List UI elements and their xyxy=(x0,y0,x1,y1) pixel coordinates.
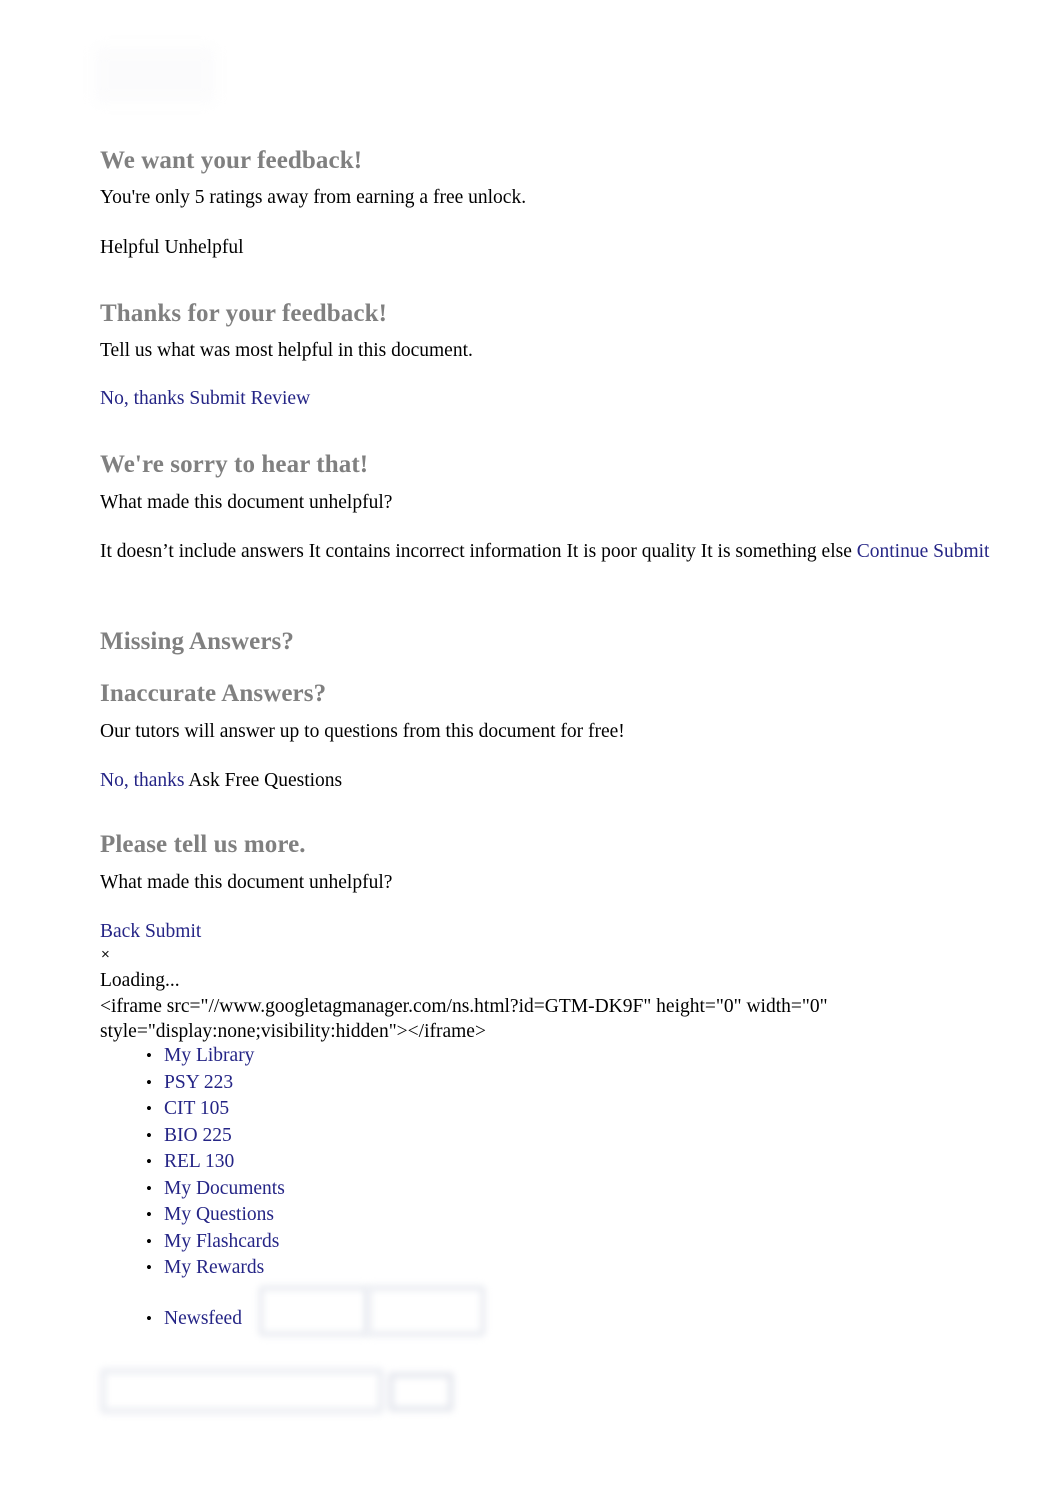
sorry-panel-question: What made this document unhelpful? xyxy=(100,492,393,513)
thanks-panel-body: Tell us what was most helpful in this do… xyxy=(100,340,473,361)
nav-list: My Library PSY 223 CIT 105 BIO 225 REL 1… xyxy=(140,1043,285,1282)
list-item[interactable]: CIT 105 xyxy=(140,1096,285,1123)
no-thanks-link[interactable]: No, thanks xyxy=(100,388,185,409)
feedback-prompt-body: You're only 5 ratings away from earning … xyxy=(100,187,527,208)
header-action-button-primary[interactable] xyxy=(258,1285,370,1337)
nav-link-my-flashcards[interactable]: My Flashcards xyxy=(164,1231,279,1252)
header-action-button-secondary[interactable] xyxy=(366,1285,486,1337)
inaccurate-answers-heading: Inaccurate Answers? xyxy=(100,680,327,707)
list-item[interactable]: PSY 223 xyxy=(140,1070,285,1097)
nav-link-my-rewards[interactable]: My Rewards xyxy=(164,1257,264,1278)
newsfeed-list: Newsfeed xyxy=(140,1306,242,1333)
nav-link-bio-225[interactable]: BIO 225 xyxy=(164,1125,232,1146)
site-logo-placeholder xyxy=(96,48,214,102)
feedback-prompt-heading: We want your feedback! xyxy=(100,147,363,174)
tell-us-more-heading: Please tell us more. xyxy=(100,831,306,858)
nav-link-psy-223[interactable]: PSY 223 xyxy=(164,1072,233,1093)
list-item[interactable]: My Library xyxy=(140,1043,285,1070)
list-item[interactable]: My Rewards xyxy=(140,1255,285,1282)
page-root: We want your feedback! You're only 5 rat… xyxy=(0,0,1062,1506)
submit-button[interactable]: Submit xyxy=(145,921,201,942)
nav-link-newsfeed[interactable]: Newsfeed xyxy=(164,1308,242,1329)
gtm-snippet-line-2: style="display:none;visibility:hidden"><… xyxy=(100,1021,486,1042)
option-missing-answers[interactable]: It doesn’t include answers xyxy=(100,541,304,562)
unhelpful-button[interactable]: Unhelpful xyxy=(164,237,243,258)
nav-link-my-library[interactable]: My Library xyxy=(164,1045,254,1066)
option-poor-quality[interactable]: It is poor quality xyxy=(566,541,695,562)
sorry-panel-options: It doesn’t include answers It contains i… xyxy=(100,539,1014,565)
nav-link-rel-130[interactable]: REL 130 xyxy=(164,1151,234,1172)
list-item[interactable]: My Questions xyxy=(140,1202,285,1229)
search-bar xyxy=(100,1368,456,1414)
list-item[interactable]: Newsfeed xyxy=(140,1306,242,1333)
inaccurate-answers-body: Our tutors will answer up to questions f… xyxy=(100,721,625,742)
submit-button[interactable]: Submit xyxy=(933,541,989,562)
no-thanks-link[interactable]: No, thanks xyxy=(100,770,185,791)
option-incorrect-information[interactable]: It contains incorrect information xyxy=(309,541,562,562)
list-item[interactable]: REL 130 xyxy=(140,1149,285,1176)
thanks-panel-heading: Thanks for your feedback! xyxy=(100,300,388,327)
back-button[interactable]: Back xyxy=(100,921,140,942)
ask-free-questions-button[interactable]: Ask Free Questions xyxy=(188,770,342,791)
nav-link-cit-105[interactable]: CIT 105 xyxy=(164,1098,229,1119)
inaccurate-answers-actions: No, thanks Ask Free Questions xyxy=(100,768,342,793)
thanks-panel-actions: No, thanks Submit Review xyxy=(100,386,310,411)
option-something-else[interactable]: It is something else xyxy=(701,541,852,562)
gtm-noscript-snippet: <iframe src="//www.googletagmanager.com/… xyxy=(100,994,1014,1044)
gtm-snippet-line-1: <iframe src="//www.googletagmanager.com/… xyxy=(100,996,828,1017)
helpful-button[interactable]: Helpful xyxy=(100,237,160,258)
list-item[interactable]: My Flashcards xyxy=(140,1229,285,1256)
tell-us-more-question: What made this document unhelpful? xyxy=(100,872,393,893)
loading-label: Loading... xyxy=(100,970,180,991)
list-item[interactable]: BIO 225 xyxy=(140,1123,285,1150)
missing-answers-heading: Missing Answers? xyxy=(100,628,294,655)
nav-link-my-documents[interactable]: My Documents xyxy=(164,1178,285,1199)
feedback-rating-actions: Helpful Unhelpful xyxy=(100,235,244,260)
continue-button[interactable]: Continue xyxy=(857,541,929,562)
nav-link-my-questions[interactable]: My Questions xyxy=(164,1204,274,1225)
search-button[interactable] xyxy=(388,1372,454,1412)
tell-us-more-actions: Back Submit xyxy=(100,919,201,944)
close-icon[interactable]: × xyxy=(101,947,110,962)
search-input[interactable] xyxy=(100,1368,384,1414)
sorry-panel-heading: We're sorry to hear that! xyxy=(100,451,369,478)
list-item[interactable]: My Documents xyxy=(140,1176,285,1203)
submit-review-button[interactable]: Submit Review xyxy=(189,388,310,409)
